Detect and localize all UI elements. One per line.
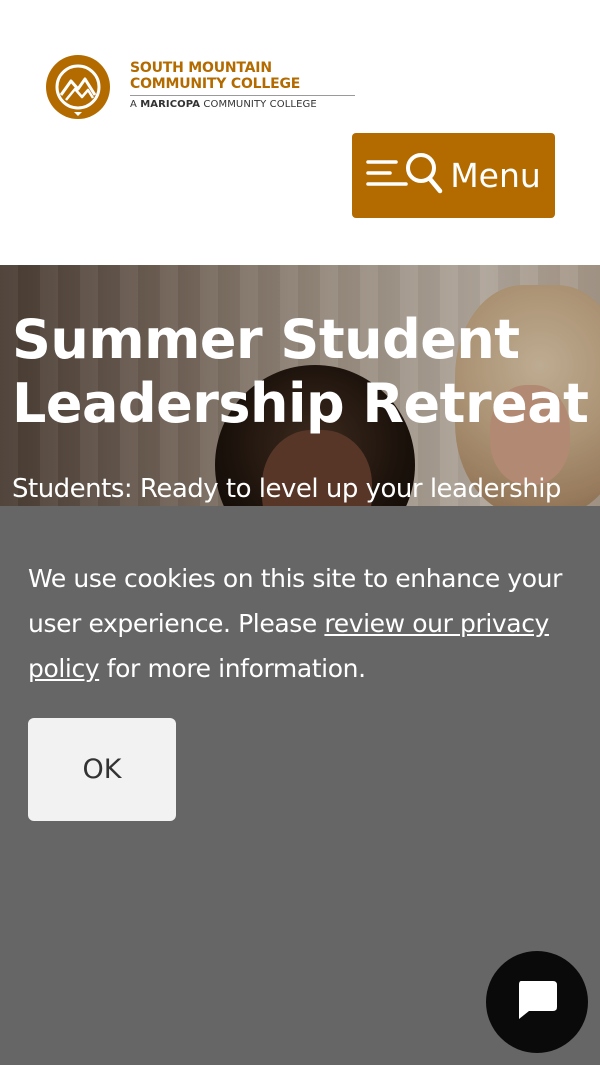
cookie-message: We use cookies on this site to enhance y…: [28, 556, 578, 691]
hero-title-line1: Summer Student: [12, 308, 520, 371]
menu-label: Menu: [450, 156, 541, 195]
logo-tagline: A MARICOPA COMMUNITY COLLEGE: [130, 99, 355, 111]
logo-tagline-suffix: COMMUNITY COLLEGE: [200, 99, 317, 110]
logo-divider: [130, 95, 355, 96]
college-logo[interactable]: SOUTH MOUNTAIN COMMUNITY COLLEGE A MARIC…: [46, 55, 355, 119]
chat-bubble-icon: [513, 977, 561, 1028]
logo-mountain-icon: [46, 55, 110, 119]
hero-banner[interactable]: Summer Student Leadership Retreat Studen…: [0, 265, 600, 510]
search-icon: [404, 151, 444, 200]
hero-title-line2: Leadership Retreat: [12, 372, 589, 435]
cookie-text-after: for more information.: [99, 654, 366, 683]
logo-name-line2: COMMUNITY COLLEGE: [130, 76, 301, 92]
site-header: SOUTH MOUNTAIN COMMUNITY COLLEGE A MARIC…: [0, 0, 600, 265]
menu-button[interactable]: Menu: [352, 133, 555, 218]
hero-subtitle: Students: Ready to level up your leaders…: [12, 474, 561, 504]
hero-title: Summer Student Leadership Retreat: [12, 308, 600, 436]
cookie-ok-button[interactable]: OK: [28, 718, 176, 821]
logo-name-line1: SOUTH MOUNTAIN: [130, 60, 272, 76]
logo-tagline-maricopa: MARICOPA: [140, 99, 201, 110]
chat-button[interactable]: [486, 951, 588, 1053]
logo-tagline-prefix: A: [130, 99, 141, 110]
